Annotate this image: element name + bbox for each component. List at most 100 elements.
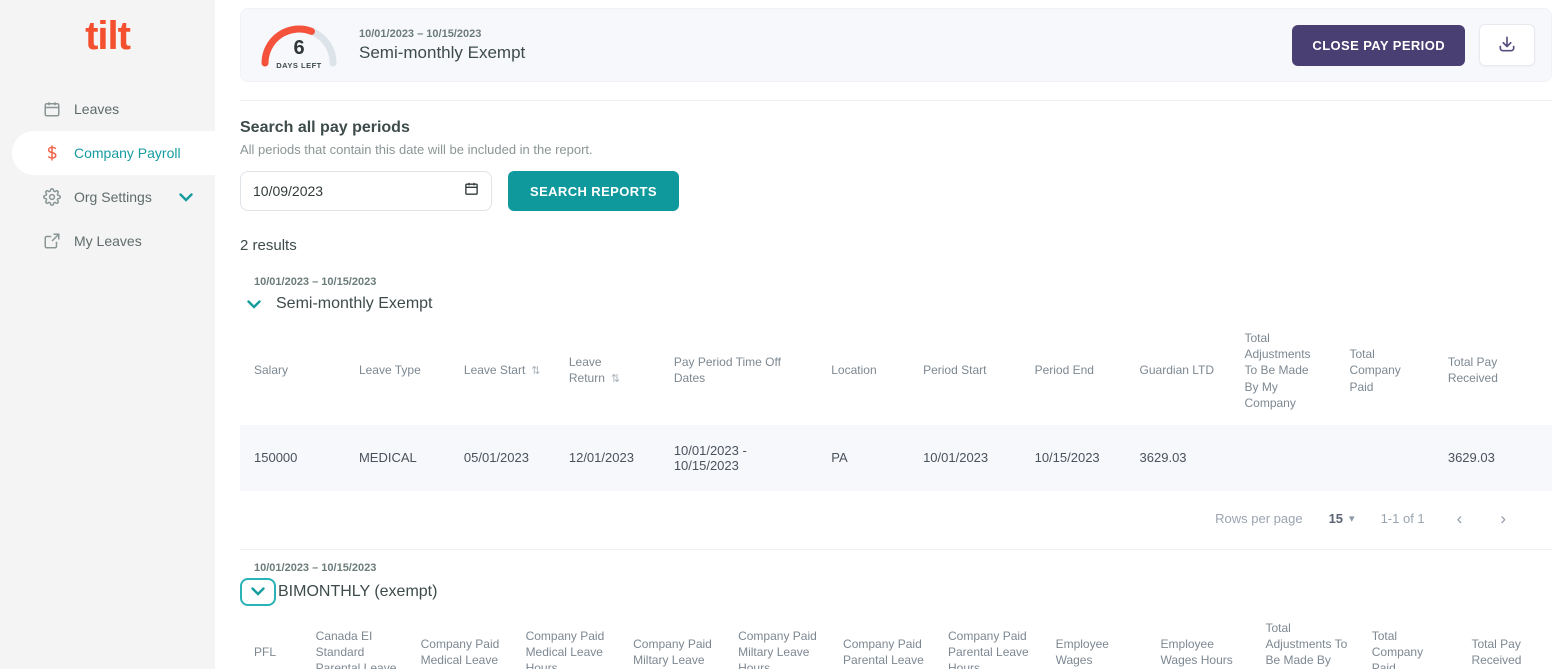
search-title: Search all pay periods: [240, 119, 410, 136]
search-date-input[interactable]: [253, 183, 464, 199]
table-cell: 10/15/2023: [1034, 450, 1100, 466]
bimonthly-exempt-table: PFL Canada EI Standard Parental Leave Comp…: [240, 606, 1552, 669]
table-cell: 10/01/2023: [923, 450, 989, 466]
results-count: 2 results: [240, 237, 297, 254]
column-header-total-pay-received: Total Pay Received: [1434, 316, 1552, 425]
close-pay-period-button[interactable]: CLOSE PAY PERIOD: [1292, 24, 1465, 66]
table-cell: 10/01/2023 - 10/15/2023: [673, 442, 747, 473]
table-cell: 05/01/2023: [463, 450, 529, 466]
column-label: Company Paid Medical Leave Hours: [525, 629, 605, 669]
table-cell: PA: [831, 450, 848, 466]
column-label: Location: [831, 363, 877, 378]
column-header-company-paid-miltary-leave: Company Paid Miltary Leave: [619, 606, 724, 669]
column-header-leave-start[interactable]: Leave Start ⇅: [450, 316, 555, 425]
column-label: Canada EI Standard Parental Leave: [315, 629, 397, 669]
column-label: Total Adjustments To Be Made By My Compa…: [1265, 620, 1348, 668]
table-cell: 12/01/2023: [568, 450, 634, 466]
collapse-toggle-button[interactable]: [240, 577, 276, 606]
sort-icon[interactable]: ⇅: [531, 365, 540, 377]
result-block-bimonthly: 10/01/2023 – 10/15/2023 BIMONTHLY (exemp…: [240, 562, 1552, 606]
result-block-semi-monthly: 10/01/2023 – 10/15/2023 Semi-monthly Exe…: [240, 276, 1552, 316]
column-label: Company Paid Medical Leave: [420, 637, 500, 668]
sidebar-item-label: My Leaves: [74, 233, 142, 249]
sidebar-item-org-settings[interactable]: Org Settings: [12, 175, 215, 219]
chevron-down-icon: [247, 297, 261, 312]
result-title: Semi-monthly Exempt: [276, 295, 433, 312]
column-label: Guardian LTD: [1139, 363, 1215, 378]
table-row: 150000 MEDICAL 05/01/2023 12/01/2023 10/01/2…: [240, 424, 1552, 491]
tilt-logo: tilt: [85, 14, 131, 58]
table-cell: 3629.03: [1447, 450, 1495, 466]
section-divider: [240, 100, 1552, 101]
app-window: tilt Leaves Company Payroll Org Settings…: [0, 0, 1568, 669]
table-cell: MEDICAL: [358, 450, 417, 466]
table-header: PFL Canada EI Standard Parental Leave Comp…: [240, 606, 1552, 669]
table-body: 150000 MEDICAL 05/01/2023 12/01/2023 10/01/2…: [240, 424, 1552, 491]
column-label: Leave Start: [463, 363, 526, 378]
column-label: Company Paid Miltary Leave Hours: [738, 629, 817, 669]
pagination: Rows per page 15 ▾ 1-1 of 1 ‹ ›: [240, 491, 1552, 549]
calendar-icon[interactable]: [464, 181, 479, 201]
column-label: Pay Period Time Off Dates: [673, 355, 781, 386]
previous-page-button[interactable]: ‹: [1451, 509, 1469, 529]
column-header-employee-wages-hours: Employee Wages Hours: [1147, 606, 1252, 669]
next-page-button[interactable]: ›: [1494, 509, 1512, 529]
chevron-down-icon[interactable]: [179, 192, 193, 202]
column-header-company-paid-parental-leave-hours: Company Paid Parental Leave Hours: [934, 606, 1042, 669]
column-header-period-start: Period Start: [909, 316, 1021, 425]
main-content: 6 DAYS LEFT 10/01/2023 – 10/15/2023 Semi…: [215, 0, 1568, 669]
column-header-total-pay-received: Total Pay Received: [1457, 606, 1552, 669]
result-title-row: BIMONTHLY (exempt): [240, 577, 1552, 606]
sidebar-item-company-payroll[interactable]: Company Payroll: [12, 131, 215, 175]
chevron-down-icon: [251, 584, 265, 599]
column-header-total-company-paid: Total Company Paid: [1358, 606, 1458, 669]
column-label: Company Paid Miltary Leave: [633, 637, 712, 668]
column-label: Leave Return: [568, 354, 605, 386]
search-reports-button[interactable]: SEARCH REPORTS: [508, 171, 679, 211]
column-label: Total Company Paid: [1349, 347, 1401, 394]
pagination-range: 1-1 of 1: [1380, 511, 1425, 527]
column-label: Total Pay Received: [1471, 637, 1522, 668]
column-header-leave-return[interactable]: Leave Return ⇅: [555, 316, 660, 425]
pay-period-info: 10/01/2023 – 10/15/2023 Semi-monthly Exe…: [359, 28, 525, 63]
column-header-leave-type: Leave Type: [345, 316, 450, 425]
header-actions: CLOSE PAY PERIOD: [1292, 24, 1535, 66]
days-left-value: 6: [293, 37, 305, 59]
column-label: Employee Wages Hours: [1160, 637, 1233, 668]
rows-per-page-label: Rows per page: [1215, 511, 1303, 527]
date-input-wrapper: [240, 171, 492, 211]
column-header-company-paid-medical-leave: Company Paid Medical Leave: [407, 606, 512, 669]
column-header-location: Location: [817, 316, 909, 425]
days-left-gauge: 6 DAYS LEFT: [257, 21, 341, 73]
result-date-range: 10/01/2023 – 10/15/2023: [254, 561, 377, 574]
table-cell: [1335, 425, 1433, 491]
rows-per-page-select[interactable]: 15 ▾: [1329, 511, 1355, 526]
download-button[interactable]: [1479, 24, 1535, 66]
column-header-pfl: PFL: [240, 606, 302, 669]
dollar-icon: [42, 143, 62, 163]
column-label: Salary: [254, 363, 289, 378]
sidebar-item-label: Org Settings: [74, 189, 152, 205]
column-label: Total Adjustments To Be Made By My Compa…: [1244, 331, 1311, 410]
sidebar-item-leaves[interactable]: Leaves: [12, 87, 215, 131]
caret-down-icon: ▾: [1349, 513, 1355, 526]
sidebar-item-my-leaves[interactable]: My Leaves: [12, 219, 215, 263]
column-label: Employee Wages: [1055, 637, 1109, 668]
search-subtitle: All periods that contain this date will …: [240, 142, 593, 157]
column-label: Company Paid Parental Leave Hours: [948, 629, 1029, 669]
column-header-guardian-ltd: Guardian LTD: [1126, 316, 1231, 425]
column-header-total-company-paid: Total Company Paid: [1335, 316, 1433, 425]
table-cell: 150000: [254, 450, 298, 466]
column-label: Total Company Paid: [1371, 629, 1424, 669]
collapse-toggle-button[interactable]: [240, 292, 268, 316]
calendar-icon: [42, 100, 62, 118]
column-header-employee-wages: Employee Wages: [1042, 606, 1147, 669]
download-icon: [1497, 34, 1517, 57]
column-header-total-adjustments-to-be-made-by-my-company: Total Adjustments To Be Made By My Compa…: [1231, 316, 1336, 425]
column-header-company-paid-parental-leave: Company Paid Parental Leave: [829, 606, 934, 669]
column-header-pay-period-time-off-dates: Pay Period Time Off Dates: [660, 316, 817, 425]
days-left-label: DAYS LEFT: [276, 61, 322, 70]
section-divider: [240, 548, 1552, 550]
column-header-total-adjustments-to-be-made-by-my-company: Total Adjustments To Be Made By My Compa…: [1251, 606, 1357, 669]
sort-icon[interactable]: ⇅: [611, 373, 620, 385]
